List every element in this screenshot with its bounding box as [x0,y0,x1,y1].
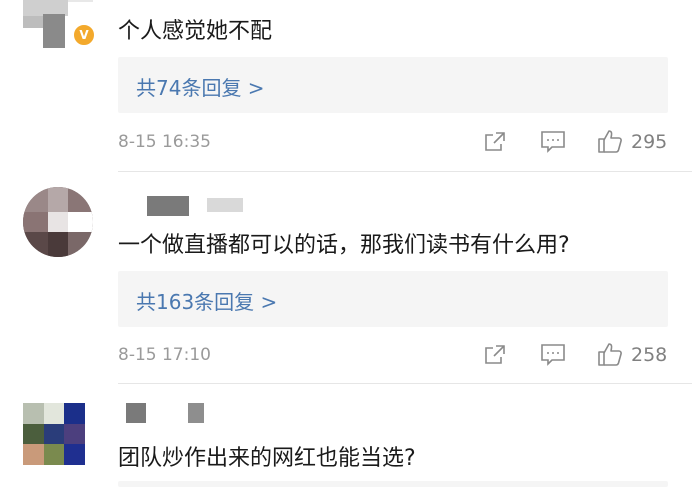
comment-icon[interactable] [540,130,566,158]
share-icon[interactable] [483,343,507,371]
comment-icon[interactable] [540,343,566,371]
thumbs-up-icon[interactable] [597,341,623,371]
comment-item: V 个人感觉她不配 共74条回复 > 8-15 16:35 295 [0,0,692,180]
thumbs-up-icon[interactable] [597,128,623,158]
username-redacted[interactable] [147,196,189,216]
comment-item: 一个做直播都可以的话，那我们读书有什么用? 共163条回复 > 8-15 17:… [0,171,692,383]
reply-box: 共163条回复 > [118,271,668,327]
share-icon[interactable] [483,130,507,158]
comment-text: 团队炒作出来的网红也能当选? [118,446,416,471]
verified-badge-icon: V [72,23,96,47]
comment-text: 一个做直播都可以的话，那我们读书有什么用? [118,233,570,258]
avatar[interactable] [23,187,93,257]
comment-timestamp: 8-15 16:35 [118,132,211,152]
like-count: 258 [631,344,668,366]
comment-text: 个人感觉她不配 [118,19,273,44]
reply-box: 共74条回复 > [118,57,668,113]
view-replies-link[interactable]: 共163条回复 > [136,286,277,315]
username-redacted [207,198,243,212]
username-redacted[interactable] [126,403,146,423]
avatar[interactable] [23,403,85,465]
like-count: 295 [631,131,668,153]
comment-item: 团队炒作出来的网红也能当选? [0,383,692,487]
comment-timestamp: 8-15 17:10 [118,345,211,365]
view-replies-link[interactable]: 共74条回复 > [136,72,265,101]
username-redacted [188,403,204,423]
reply-box-partial [118,481,668,487]
